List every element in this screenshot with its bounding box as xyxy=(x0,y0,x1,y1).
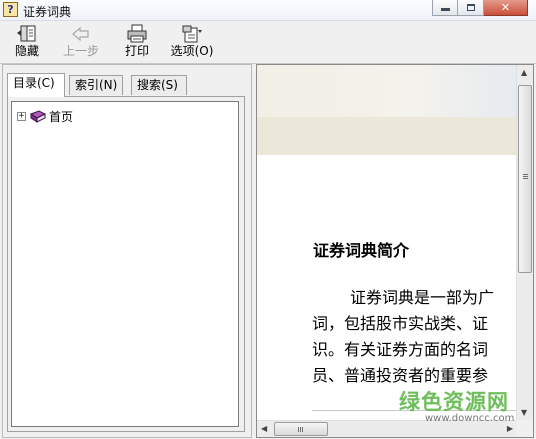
paragraph-line: 词，包括股市实战类、证 xyxy=(312,314,489,333)
tab-contents-body: + 首页 xyxy=(7,96,245,432)
print-label: 打印 xyxy=(124,44,149,58)
back-label: 上一步 xyxy=(62,44,99,58)
vertical-scroll-thumb[interactable] xyxy=(518,85,532,273)
window-controls: ✕ xyxy=(432,0,528,16)
topic-heading: 证券词典简介 xyxy=(313,241,410,260)
close-icon: ✕ xyxy=(500,0,511,14)
header-gradient xyxy=(257,65,517,117)
options-label: 选项(O) xyxy=(170,44,214,58)
watermark-logo: 绿色资源网 xyxy=(399,390,509,414)
back-arrow-icon xyxy=(59,24,103,44)
header-banner xyxy=(257,117,517,155)
topic-paragraph: 证券词典是一部为广 词，包括股市实战类、证 识。有关证券方面的名词 员、普通投资… xyxy=(312,285,522,389)
grip-line xyxy=(298,427,299,432)
scrollbar-corner xyxy=(516,420,533,437)
title-bar: ? 证券词典 ✕ xyxy=(0,0,536,21)
grip-line xyxy=(302,427,303,432)
scroll-left-arrow-icon[interactable]: ◀ xyxy=(261,425,267,433)
expand-toggle-icon[interactable]: + xyxy=(17,112,26,121)
maximize-button[interactable] xyxy=(458,0,484,16)
close-button[interactable]: ✕ xyxy=(484,0,528,16)
hide-button[interactable]: 隐藏 xyxy=(5,24,49,58)
hide-label: 隐藏 xyxy=(14,44,39,58)
window-title: 证券词典 xyxy=(23,5,72,19)
print-button[interactable]: 打印 xyxy=(115,24,159,58)
horizontal-scroll-thumb[interactable] xyxy=(274,422,328,436)
grip-line xyxy=(523,174,528,175)
book-icon xyxy=(30,109,46,123)
scroll-right-arrow-icon[interactable]: ▶ xyxy=(507,425,513,433)
grip-line xyxy=(523,178,528,179)
hide-pane-icon xyxy=(5,24,49,44)
tab-contents[interactable]: 目录(C) xyxy=(7,73,65,97)
tree-item[interactable]: + 首页 xyxy=(17,108,73,125)
maximize-icon xyxy=(466,3,475,11)
navigation-panel: 目录(C) 索引(N) 搜索(S) + 首页 xyxy=(2,64,252,438)
paragraph-line: 识。有关证券方面的名词 xyxy=(312,340,489,359)
help-app-icon: ? xyxy=(3,2,18,17)
contents-tree[interactable]: + 首页 xyxy=(11,101,239,427)
back-button[interactable]: 上一步 xyxy=(59,24,103,58)
tab-search[interactable]: 搜索(S) xyxy=(131,75,187,95)
paragraph-line: 证券词典是一部为广 xyxy=(350,288,495,307)
topic-content-pane: 证券词典简介 证券词典是一部为广 词，包括股市实战类、证 识。有关证券方面的名词… xyxy=(256,64,534,438)
grip-line xyxy=(300,427,301,432)
toolbar: 隐藏 上一步 打印 选项(O) xyxy=(0,21,536,64)
printer-icon xyxy=(115,24,159,44)
minimize-button[interactable] xyxy=(432,0,458,16)
grip-line xyxy=(523,176,528,177)
scroll-up-arrow-icon[interactable]: ▲ xyxy=(521,69,527,77)
options-icon xyxy=(168,24,216,44)
options-button[interactable]: 选项(O) xyxy=(168,24,216,58)
tree-item-label: 首页 xyxy=(49,110,74,124)
tab-index[interactable]: 索引(N) xyxy=(69,75,123,95)
scroll-down-arrow-icon[interactable]: ▼ xyxy=(521,409,527,417)
vertical-scrollbar[interactable]: ▲ ▼ xyxy=(516,65,533,421)
watermark-url: www.downcc.com xyxy=(425,413,515,424)
minimize-icon xyxy=(440,8,450,11)
